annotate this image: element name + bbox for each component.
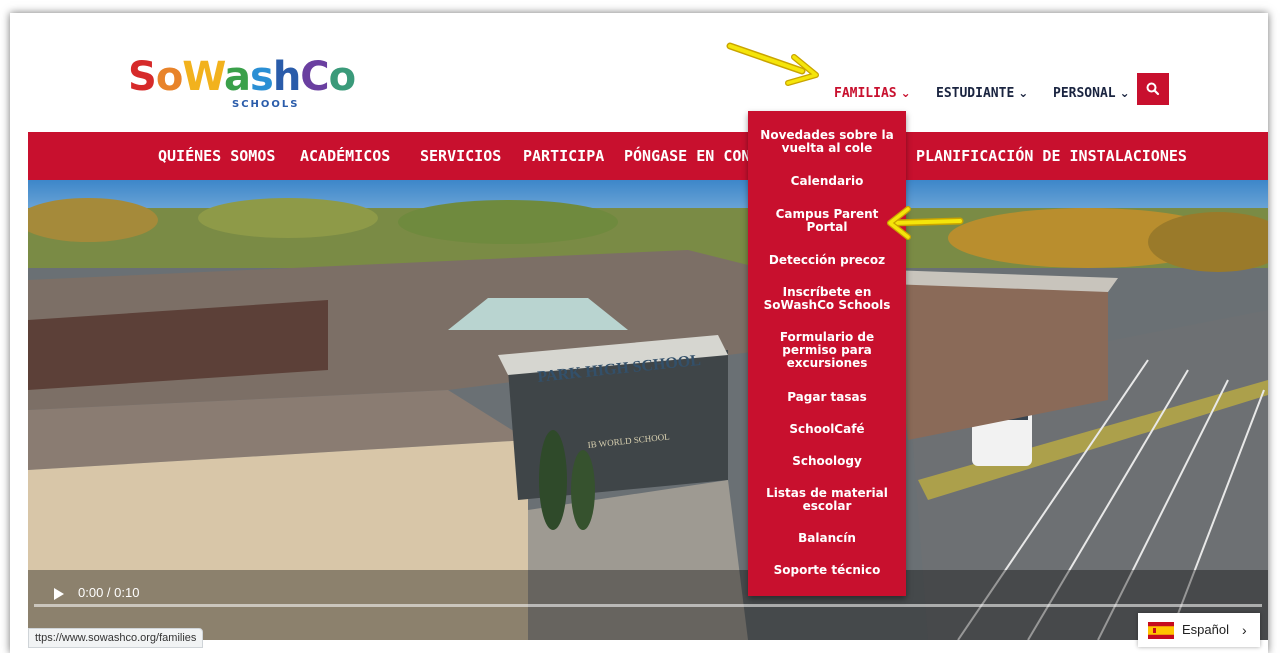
- topnav-estudiante-label: ESTUDIANTE: [936, 86, 1015, 101]
- dropdown-item-novedades[interactable]: Novedades sobre la vuelta al cole: [754, 129, 900, 155]
- chevron-down-icon: ⌄: [1018, 86, 1029, 100]
- mainnav-quienes-somos[interactable]: QUIÉNES SOMOS: [158, 132, 275, 180]
- dropdown-item-formulario-excursiones[interactable]: Formulario de permiso para excursiones: [754, 331, 900, 370]
- mainnav-participa[interactable]: PARTICIPA: [523, 132, 604, 180]
- topnav-personal[interactable]: PERSONAL ⌄: [1053, 81, 1130, 106]
- play-icon[interactable]: [54, 588, 64, 600]
- dropdown-item-deteccion-precoz[interactable]: Detección precoz: [754, 254, 900, 267]
- dropdown-item-schoolcafe[interactable]: SchoolCafé: [754, 423, 900, 436]
- dropdown-item-balancin[interactable]: Balancín: [754, 532, 900, 545]
- topnav-familias-label: FAMILIAS: [834, 86, 897, 101]
- annotation-arrow-familias: [726, 42, 819, 86]
- dropdown-item-inscribete[interactable]: Inscríbete en SoWashCo Schools: [754, 286, 900, 312]
- language-label: Español: [1182, 622, 1229, 637]
- mainnav-servicios[interactable]: SERVICIOS: [420, 132, 501, 180]
- chevron-right-icon: ›: [1242, 622, 1247, 638]
- familias-dropdown-menu: Novedades sobre la vuelta al cole Calend…: [748, 111, 906, 596]
- video-progress-bar[interactable]: [34, 604, 1262, 607]
- hero-video[interactable]: PARK HIGH SCHOOL IB WORLD SCHOOL 0:00 / …: [28, 180, 1268, 640]
- browser-frame: SoWashCo SCHOOLS FAMILIAS ⌄ ESTUDIANTE ⌄ P…: [10, 13, 1268, 653]
- chevron-down-icon: ⌄: [900, 86, 911, 100]
- dropdown-item-campus-parent-portal[interactable]: Campus Parent Portal: [754, 208, 900, 234]
- mainnav-pongase-en-contacto[interactable]: PÓNGASE EN CONTA: [624, 132, 769, 180]
- main-navigation-bar: QUIÉNES SOMOS ACADÉMICOS SERVICIOS PARTI…: [28, 132, 1268, 180]
- status-bar-url: ttps://www.sowashco.org/families: [28, 628, 204, 648]
- spain-flag-icon: [1148, 622, 1174, 639]
- dropdown-item-listas-material[interactable]: Listas de material escolar: [754, 487, 900, 513]
- mainnav-academicos[interactable]: ACADÉMICOS: [300, 132, 390, 180]
- dropdown-item-pagar-tasas[interactable]: Pagar tasas: [754, 391, 900, 404]
- search-button[interactable]: [1137, 73, 1169, 105]
- topnav-personal-label: PERSONAL: [1053, 86, 1116, 101]
- video-time: 0:00 / 0:10: [78, 585, 140, 600]
- topnav-estudiante[interactable]: ESTUDIANTE ⌄: [936, 81, 1028, 106]
- dropdown-item-soporte-tecnico[interactable]: Soporte técnico: [754, 564, 900, 577]
- dropdown-item-schoology[interactable]: Schoology: [754, 455, 900, 468]
- topnav-familias[interactable]: FAMILIAS ⌄: [834, 81, 911, 106]
- dropdown-item-calendario[interactable]: Calendario: [754, 175, 900, 188]
- chevron-down-icon: ⌄: [1119, 86, 1130, 100]
- language-selector[interactable]: Español ›: [1138, 613, 1260, 647]
- search-icon: [1146, 82, 1160, 96]
- top-navigation: FAMILIAS ⌄ ESTUDIANTE ⌄ PERSONAL ⌄: [10, 81, 1268, 105]
- school-aerial-image: PARK HIGH SCHOOL IB WORLD SCHOOL: [28, 180, 1268, 640]
- mainnav-planificacion[interactable]: PLANIFICACIÓN DE INSTALACIONES: [916, 132, 1187, 180]
